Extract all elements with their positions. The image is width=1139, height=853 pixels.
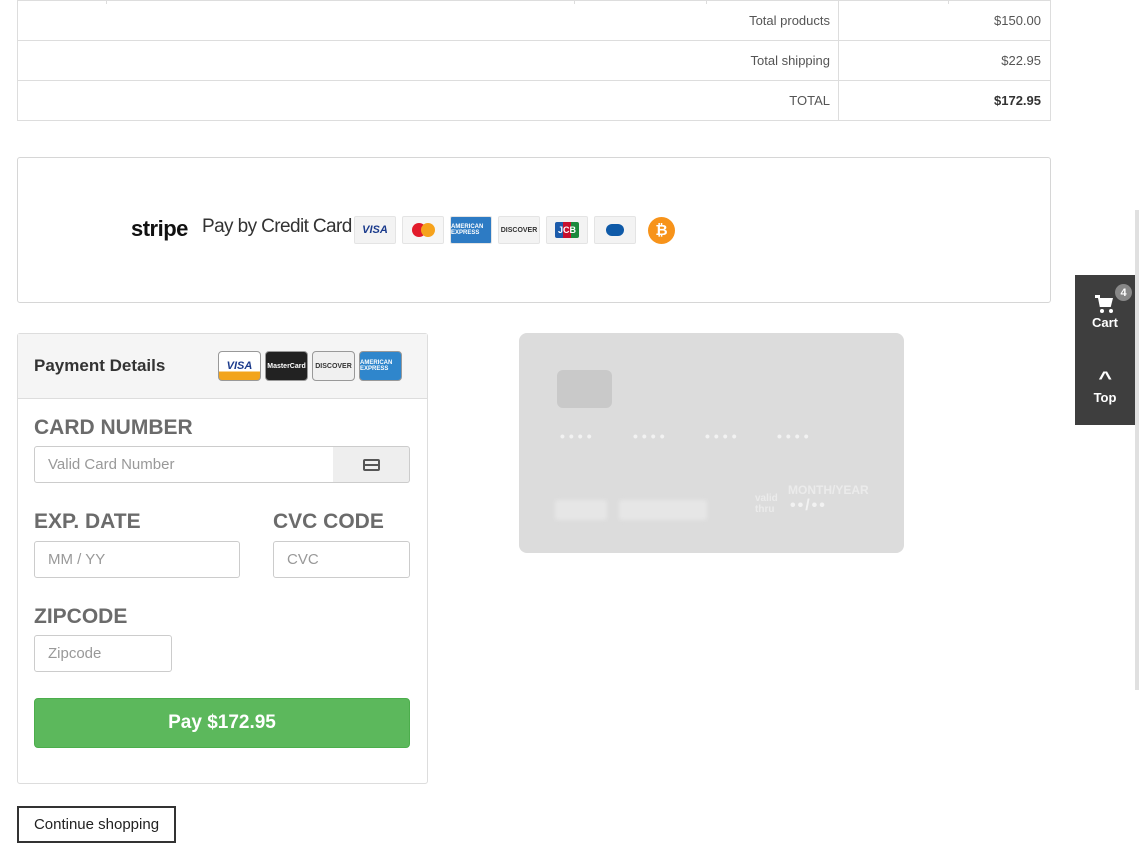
cart-label: Cart bbox=[1091, 315, 1118, 330]
expiry-dots: ••/•• bbox=[790, 497, 827, 514]
visa-icon: VISA bbox=[354, 216, 396, 244]
stripe-logo: stripe bbox=[131, 216, 188, 241]
card-number-group: •••• bbox=[705, 428, 741, 444]
total-label: TOTAL bbox=[18, 81, 839, 120]
amex-icon: AMERICAN EXPRESS bbox=[450, 216, 492, 244]
total-shipping-label: Total shipping bbox=[18, 41, 839, 80]
diners-icon bbox=[594, 216, 636, 244]
stripe-payment-option[interactable]: stripe Pay by Credit Card VISA AMERICAN … bbox=[17, 157, 1051, 303]
cart-button[interactable]: Cart 4 bbox=[1075, 275, 1135, 350]
mastercard-icon bbox=[402, 216, 444, 244]
pay-by-credit-card-label: Pay by Credit Card bbox=[202, 216, 352, 237]
visa-icon: VISA bbox=[218, 351, 261, 381]
back-to-top-button[interactable]: ^ Top bbox=[1075, 350, 1135, 425]
payment-details-title: Payment Details bbox=[34, 356, 166, 375]
card-chip-icon bbox=[557, 370, 612, 408]
jcb-icon: JCB bbox=[546, 216, 588, 244]
card-number-group: •••• bbox=[777, 428, 813, 444]
cart-count-badge: 4 bbox=[1115, 284, 1132, 301]
cvc-code-label: CVC CODE bbox=[273, 510, 384, 533]
bitcoin-icon: ₿ bbox=[648, 216, 675, 244]
total-shipping-value: $22.95 bbox=[1001, 53, 1041, 68]
header-card-logos: VISA MasterCard DISCOVER AMERICAN EXPRES… bbox=[218, 351, 402, 381]
total-products-label: Total products bbox=[18, 1, 839, 40]
total-products-value: $150.00 bbox=[994, 13, 1041, 28]
discover-icon: DISCOVER bbox=[312, 351, 355, 381]
cardholder-blur bbox=[619, 500, 707, 520]
panel-header: Payment Details VISA MasterCard DISCOVER… bbox=[18, 334, 427, 399]
credit-card-icon bbox=[362, 458, 380, 471]
cardholder-blur bbox=[555, 500, 607, 520]
card-preview: •••• •••• •••• •••• valid thru MONTH/YEA… bbox=[519, 333, 904, 553]
top-label: Top bbox=[1093, 390, 1117, 405]
month-year-label: MONTH/YEAR bbox=[788, 483, 869, 497]
card-number-addon bbox=[333, 446, 410, 483]
total-value: $172.95 bbox=[994, 93, 1041, 108]
cvc-input[interactable]: CVC bbox=[273, 541, 410, 578]
accepted-cards: VISA AMERICAN EXPRESS DISCOVER JCB ₿ bbox=[354, 216, 675, 244]
card-number-group: •••• bbox=[560, 428, 596, 444]
table-row: Total products $150.00 bbox=[18, 0, 1050, 40]
card-number-group: •••• bbox=[633, 428, 669, 444]
cart-icon bbox=[1095, 295, 1115, 313]
chevron-up-icon: ^ bbox=[1098, 368, 1112, 388]
card-number-input[interactable]: Valid Card Number bbox=[34, 446, 334, 483]
side-widget: Cart 4 ^ Top bbox=[1075, 275, 1135, 425]
zipcode-label: ZIPCODE bbox=[34, 605, 128, 628]
order-totals-table: Total products $150.00 Total shipping $2… bbox=[17, 0, 1051, 121]
exp-date-label: EXP. DATE bbox=[34, 510, 141, 533]
table-row: Total shipping $22.95 bbox=[18, 40, 1050, 80]
card-number-label: CARD NUMBER bbox=[34, 416, 193, 439]
mastercard-icon: MasterCard bbox=[265, 351, 308, 381]
discover-icon: DISCOVER bbox=[498, 216, 540, 244]
scrollbar[interactable] bbox=[1135, 210, 1139, 690]
valid-thru-label: valid thru bbox=[755, 493, 778, 515]
continue-shopping-button[interactable]: Continue shopping bbox=[17, 806, 176, 843]
zipcode-input[interactable]: Zipcode bbox=[34, 635, 172, 672]
table-row: TOTAL $172.95 bbox=[18, 80, 1050, 120]
column-stubs bbox=[18, 0, 1050, 4]
pay-button[interactable]: Pay $172.95 bbox=[34, 698, 410, 748]
exp-date-input[interactable]: MM / YY bbox=[34, 541, 240, 578]
amex-icon: AMERICAN EXPRESS bbox=[359, 351, 402, 381]
